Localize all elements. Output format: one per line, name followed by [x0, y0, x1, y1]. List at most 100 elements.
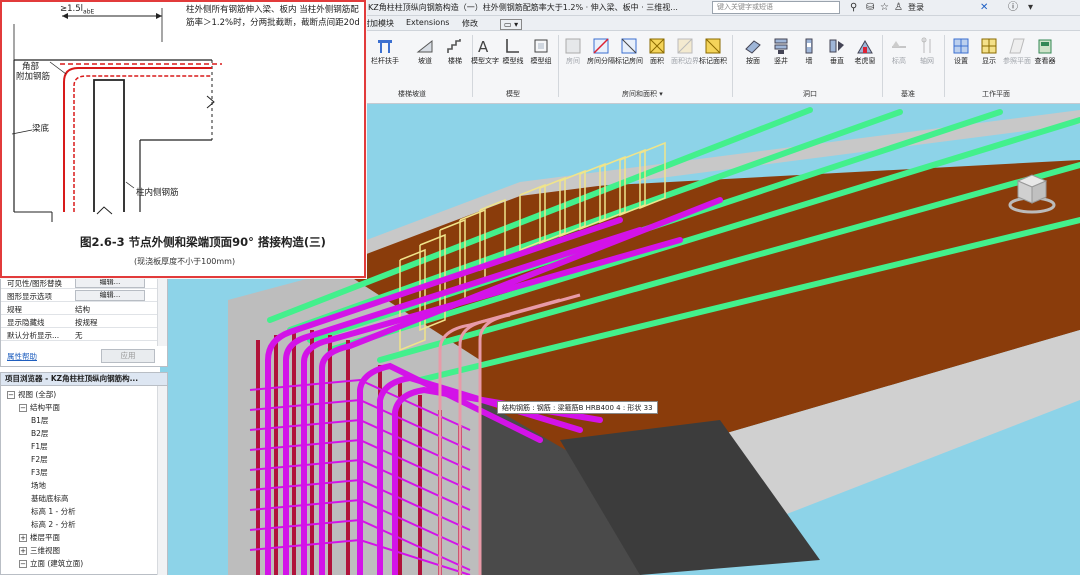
stair-icon [447, 39, 461, 53]
level-button[interactable]: 标高 [884, 35, 914, 66]
model-line-button[interactable]: 模型线 [498, 35, 528, 66]
area-boundary-button[interactable]: 面积边界 [670, 35, 700, 66]
set-workplane-button[interactable]: 设置 [946, 35, 976, 66]
ribbon-separator [882, 35, 883, 97]
tree-item[interactable]: − 视图 (全部) [7, 389, 56, 400]
title-bar: KZ角柱柱顶纵向钢筋构造（一）柱外侧钢筋配筋率大于1.2% · 伸入梁、板中 ·… [360, 0, 1080, 16]
binoculars-icon[interactable]: ⚲ [850, 2, 857, 13]
ribbon-panel: 栏杆扶手 坡道 楼梯 A 模型文字 模型线 模型组 房间 房间分隔 标记房间 面… [360, 31, 1080, 104]
vertical-opening-button[interactable]: 垂直 [822, 35, 852, 66]
room-button[interactable]: 房间 [558, 35, 588, 66]
expand-icon[interactable]: + [19, 534, 27, 542]
model-text-button[interactable]: A 模型文字 [470, 35, 500, 66]
discipline-value[interactable]: 结构 [75, 304, 90, 315]
viewer-button[interactable]: 查看器 [1030, 35, 1060, 66]
tree-item[interactable]: 基础底标高 [31, 493, 69, 504]
group-room-area[interactable]: 房间和面积 ▾ [622, 89, 663, 99]
tree-item[interactable]: + 三维视图 [19, 545, 60, 556]
properties-help-link[interactable]: 属性帮助 [7, 351, 37, 362]
properties-scrollbar[interactable] [157, 276, 167, 346]
star-icon[interactable]: ☆ [880, 2, 889, 13]
group-model: 模型 [506, 90, 520, 98]
tree-item-label: B2层 [31, 429, 49, 438]
ribbon-separator [732, 35, 733, 97]
tree-item[interactable]: − 立面 (建筑立面) [19, 558, 83, 569]
expand-icon[interactable]: + [19, 547, 27, 555]
tag-room-icon [621, 38, 637, 54]
property-key: 图形显示选项 [7, 292, 52, 301]
tree-item[interactable]: B2层 [31, 428, 48, 439]
exchange-icon[interactable]: ✕ [980, 2, 988, 13]
tree-item-label: 场地 [31, 481, 46, 490]
property-row: 规程 结构 [1, 302, 157, 315]
property-row: 默认分析显示... 无 [1, 328, 157, 341]
help-dropdown-icon[interactable]: ▾ [1028, 2, 1033, 13]
room-separator-icon [593, 38, 609, 54]
tree-item[interactable]: 场地 [31, 480, 46, 491]
inner-bar-label: 柱内侧钢筋 [136, 188, 179, 198]
tree-item[interactable]: F2层 [31, 454, 48, 465]
hidden-lines-value[interactable]: 按规程 [75, 317, 98, 328]
ribbon-tabs: 附加模块 Extensions 修改 ▭ ▾ [360, 16, 1080, 31]
group-opening: 洞口 [803, 90, 817, 98]
search-input[interactable]: 键入关键字或短语 [712, 1, 840, 14]
room-separator-button[interactable]: 房间分隔 [586, 35, 616, 66]
cart-icon[interactable]: ⛁ [866, 2, 874, 13]
tree-item-label: 视图 (全部) [18, 390, 57, 399]
tree-item-label: 楼层平面 [30, 533, 60, 542]
ramp-button[interactable]: 坡道 [410, 35, 440, 66]
model-text-icon: A [478, 38, 489, 55]
view-cube[interactable] [1008, 167, 1056, 215]
extra-bar-label: 附加钢筋 [16, 72, 51, 82]
wall-opening-icon [805, 38, 813, 54]
tab-modify[interactable]: 修改 [462, 18, 478, 29]
property-row: 图形显示选项 编辑... [1, 289, 157, 302]
opening-by-face-button[interactable]: 按面 [738, 35, 768, 66]
model-group-button[interactable]: 模型组 [526, 35, 556, 66]
show-workplane-button[interactable]: 显示 [974, 35, 1004, 66]
tab-context-dropdown[interactable]: ▭ ▾ [500, 19, 523, 30]
wall-opening-button[interactable]: 墙 [794, 35, 824, 66]
tag-room-button[interactable]: 标记房间 [614, 35, 644, 66]
group-datum: 基准 [901, 90, 915, 98]
login-link[interactable]: 登录 [908, 2, 924, 13]
stair-button[interactable]: 楼梯 [440, 35, 470, 66]
tab-extensions[interactable]: Extensions [406, 18, 449, 27]
tree-item[interactable]: 标高 2 - 分析 [31, 519, 76, 530]
railing-button[interactable]: 栏杆扶手 [370, 35, 400, 66]
dimension-label: ≥1.5labE [60, 4, 95, 16]
railing-icon [378, 40, 392, 53]
reference-diagram: ≥1.5labE 柱外侧所有钢筋伸入梁、板内 当柱外侧钢筋配筋率＞1.2%时，分… [0, 0, 366, 278]
diagram-subcaption: (现浇板厚度不小于100mm) [134, 257, 236, 266]
dormer-button[interactable]: 老虎窗 [850, 35, 880, 66]
model-line-icon [506, 39, 519, 53]
tab-addins[interactable]: 附加模块 [362, 18, 394, 29]
tree-item[interactable]: − 结构平面 [19, 402, 60, 413]
collapse-icon[interactable]: − [19, 404, 27, 412]
tree-item-label: 基础底标高 [31, 494, 69, 503]
tree-item-label: 标高 1 - 分析 [31, 507, 76, 516]
collapse-icon[interactable]: − [19, 560, 27, 568]
area-button[interactable]: 面积 [642, 35, 672, 66]
tree-item[interactable]: B1层 [31, 415, 48, 426]
tree-item[interactable]: 标高 1 - 分析 [31, 506, 76, 517]
tree-item-label: F3层 [31, 468, 48, 477]
tree-item-label: 立面 (建筑立面) [30, 559, 84, 568]
shaft-button[interactable]: 竖井 [766, 35, 796, 66]
user-icon[interactable]: ♙ [894, 2, 903, 13]
grid-button[interactable]: 轴网 [912, 35, 942, 66]
reference-plane-button[interactable]: 参照平面 [1002, 35, 1032, 66]
tree-item[interactable]: F1层 [31, 441, 48, 452]
apply-button[interactable]: 应用 [101, 349, 155, 363]
tag-area-button[interactable]: 标记面积 [698, 35, 728, 66]
browser-scrollbar[interactable] [157, 386, 167, 575]
collapse-icon[interactable]: − [7, 391, 15, 399]
edit-graphics-button[interactable]: 编辑... [75, 290, 145, 301]
help-icon[interactable]: ⓘ [1008, 2, 1018, 13]
property-key: 显示隐藏线 [7, 318, 45, 327]
tree-item[interactable]: + 楼层平面 [19, 532, 60, 543]
analysis-display-value[interactable]: 无 [75, 330, 83, 341]
tree-item[interactable]: F3层 [31, 467, 48, 478]
by-face-icon [745, 40, 761, 54]
edit-visibility-button[interactable]: 编辑... [75, 277, 145, 288]
